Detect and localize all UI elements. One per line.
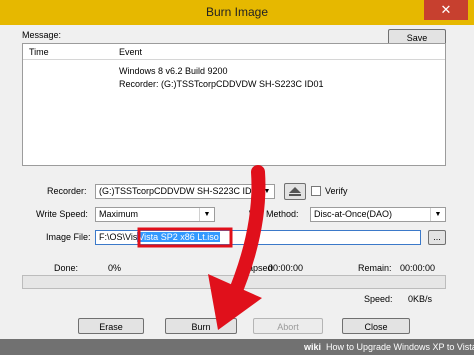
- footer-caption: How to Upgrade Windows XP to Vista: [326, 342, 474, 352]
- wiki-logo: wiki: [304, 342, 322, 352]
- highlight-box: [137, 227, 233, 248]
- arrow-shaft: [225, 165, 266, 307]
- watermark-footer: wiki How to Upgrade Windows XP to Vista: [0, 339, 474, 355]
- red-arrow-annotation: [137, 165, 266, 330]
- burn-image-dialog: Burn Image ✕ Message: Save Time Event Wi…: [0, 0, 474, 355]
